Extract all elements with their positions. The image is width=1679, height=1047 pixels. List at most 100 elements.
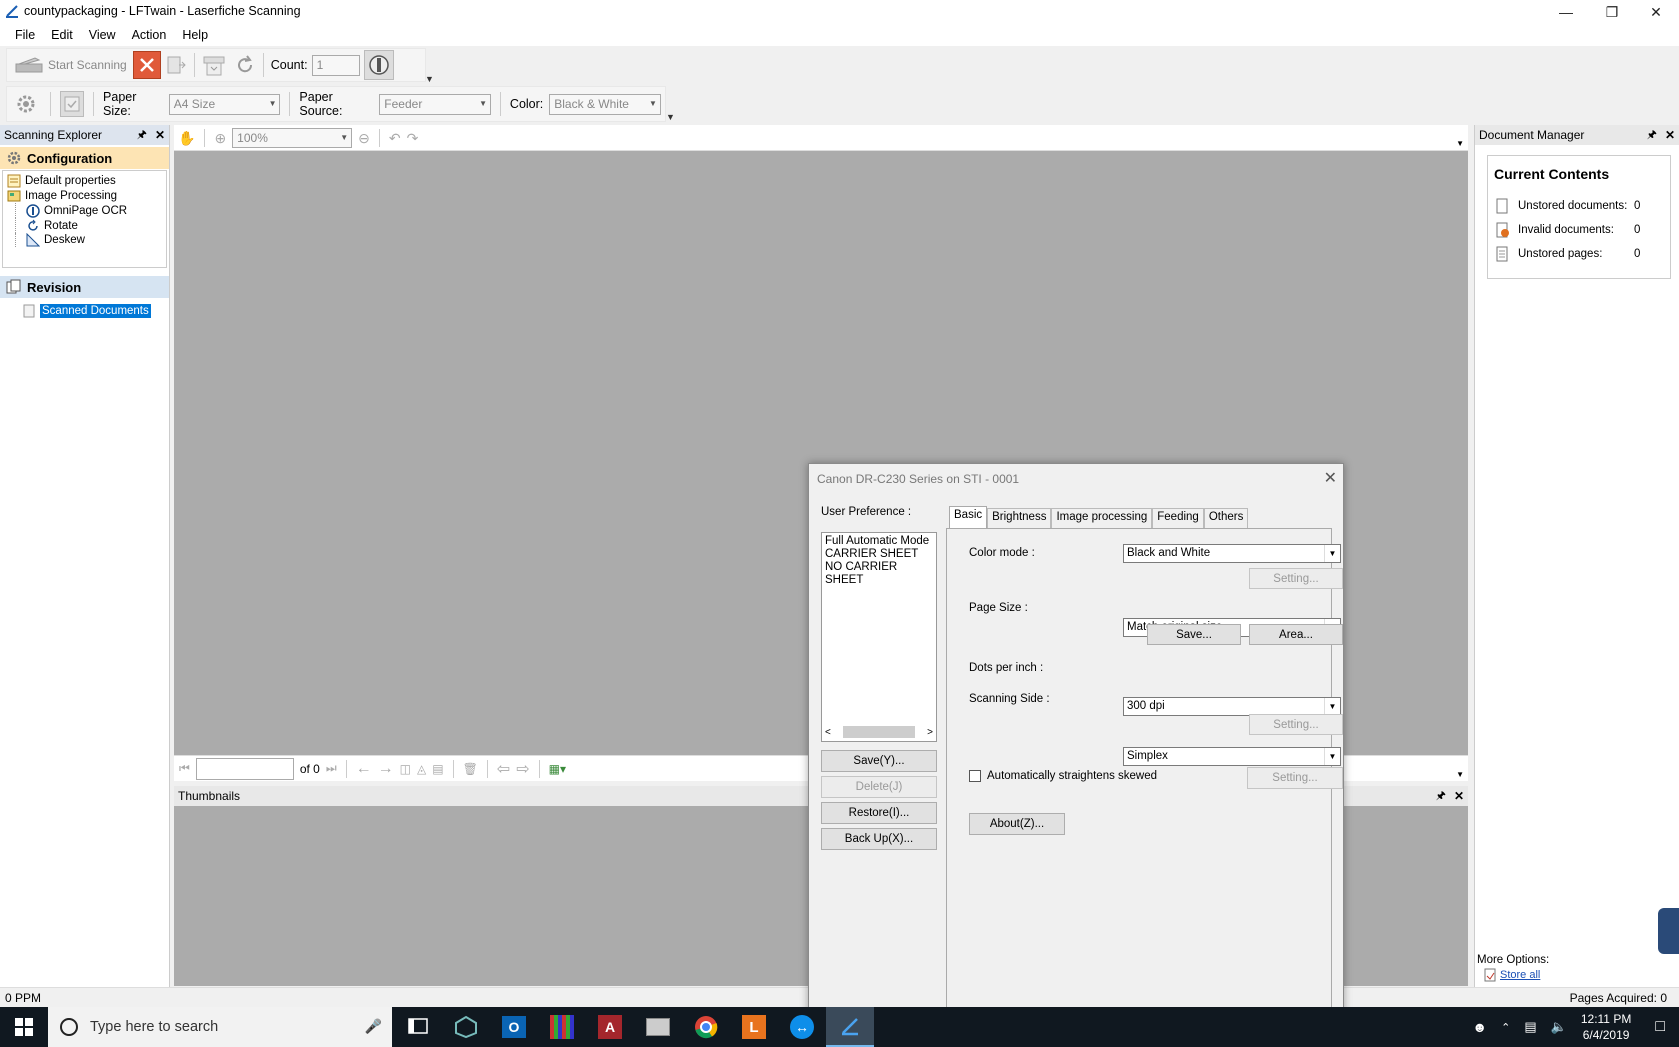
tree-item-omnipage-ocr[interactable]: OmniPage OCR xyxy=(15,203,166,218)
restore-preference-button[interactable]: Restore(I)... xyxy=(821,802,937,824)
page-size-area-button[interactable]: Area... xyxy=(1249,624,1343,645)
remote-support-tab[interactable] xyxy=(1658,908,1679,954)
save-preference-button[interactable]: Save(Y)... xyxy=(821,750,937,772)
horizontal-scrollbar[interactable]: < > xyxy=(825,725,933,739)
color-mode-setting-button[interactable]: Setting... xyxy=(1249,568,1343,589)
volume-icon[interactable]: 🔈 xyxy=(1551,1019,1567,1035)
confirm-button[interactable] xyxy=(59,91,85,117)
store-all-link[interactable]: Store all xyxy=(1483,968,1540,982)
rescan-button[interactable] xyxy=(230,52,260,78)
tab-basic[interactable]: Basic xyxy=(949,506,988,528)
tree-item-default-properties[interactable]: Default properties xyxy=(3,173,166,188)
list-item[interactable]: NO CARRIER SHEET xyxy=(825,561,933,587)
tree-item-rotate[interactable]: Rotate xyxy=(15,218,166,233)
configuration-section[interactable]: Configuration xyxy=(0,147,169,169)
chrome-icon[interactable] xyxy=(682,1007,730,1047)
scanning-side-select[interactable]: Simplex ▼ xyxy=(1123,747,1341,766)
pin-icon[interactable]: 🖈 xyxy=(1647,126,1657,145)
stop-scan-button[interactable] xyxy=(132,51,161,79)
toolbar-overflow-icon[interactable]: ▼ xyxy=(666,112,675,122)
first-page-icon[interactable]: ⏮ xyxy=(179,761,190,776)
taskbar-search-box[interactable]: Type here to search 🎤 xyxy=(48,1007,392,1047)
start-button[interactable] xyxy=(0,1007,48,1047)
tab-feeding[interactable]: Feeding xyxy=(1152,508,1204,528)
zoom-select[interactable]: 100% ▼ xyxy=(232,128,353,148)
minimize-button[interactable]: — xyxy=(1543,0,1589,24)
about-button[interactable]: About(Z)... xyxy=(969,813,1065,835)
toolbar-overflow-icon[interactable]: ▼ xyxy=(1456,139,1464,148)
page-size-save-button[interactable]: Save... xyxy=(1147,624,1241,645)
revision-section[interactable]: Revision xyxy=(0,276,169,298)
page-number-input[interactable] xyxy=(195,757,294,780)
laserfiche-app-icon[interactable]: L xyxy=(730,1007,778,1047)
auto-straighten-setting-button[interactable]: Setting... xyxy=(1247,767,1343,789)
back-icon[interactable]: ⇦ xyxy=(497,759,510,779)
scanning-side-setting-button[interactable]: Setting... xyxy=(1249,714,1343,735)
delete-preference-button[interactable]: Delete(J) xyxy=(821,776,937,798)
count-input[interactable]: 1 xyxy=(311,54,360,76)
library-app-icon[interactable] xyxy=(538,1007,586,1047)
tab-others[interactable]: Others xyxy=(1203,508,1249,528)
color-select[interactable]: Black & White ▼ xyxy=(549,93,661,115)
network-icon[interactable]: ▤ xyxy=(1524,1019,1536,1035)
next-document-button[interactable] xyxy=(161,52,191,78)
zoom-out-icon[interactable]: ⊖ xyxy=(358,130,370,147)
menu-view[interactable]: View xyxy=(81,24,124,46)
tab-image-processing[interactable]: Image processing xyxy=(1051,508,1153,528)
clock[interactable]: 12:11 PM 6/4/2019 xyxy=(1581,1011,1631,1043)
last-page-icon[interactable]: ⏭ xyxy=(326,761,337,776)
dialog-close-button[interactable]: ✕ xyxy=(1324,468,1337,488)
scroll-right-icon[interactable]: > xyxy=(927,727,933,738)
menu-action[interactable]: Action xyxy=(124,24,175,46)
restore-button[interactable]: ❐ xyxy=(1589,0,1635,24)
delete-page-icon[interactable]: 🗑 xyxy=(463,762,478,776)
scan-count-button[interactable] xyxy=(363,50,394,80)
image-options-icon[interactable]: ▦▾ xyxy=(549,762,566,776)
auto-straighten-checkbox[interactable] xyxy=(969,770,981,782)
hand-tool-icon[interactable]: ✋ xyxy=(178,130,195,147)
paper-source-select[interactable]: Feeder ▼ xyxy=(379,93,491,115)
tree-item-image-processing[interactable]: Image Processing xyxy=(3,188,166,203)
image-icon[interactable]: ▤ xyxy=(432,762,443,776)
backup-preference-button[interactable]: Back Up(X)... xyxy=(821,828,937,850)
menu-help[interactable]: Help xyxy=(174,24,216,46)
insert-page-button[interactable] xyxy=(198,52,230,78)
notifications-icon[interactable]: □ xyxy=(1655,1018,1665,1036)
virtualbox-icon[interactable] xyxy=(442,1007,490,1047)
forward-icon[interactable]: ⇨ xyxy=(516,759,529,779)
start-scanning-button[interactable]: Start Scanning xyxy=(11,52,131,78)
menu-edit[interactable]: Edit xyxy=(43,24,81,46)
menu-file[interactable]: File xyxy=(7,24,43,46)
paper-size-select[interactable]: A4 Size ▼ xyxy=(168,93,281,115)
copy-page-icon[interactable]: ◫ xyxy=(400,762,411,776)
people-icon[interactable]: ☻ xyxy=(1472,1019,1487,1035)
task-view-icon[interactable] xyxy=(394,1007,442,1047)
tab-brightness[interactable]: Brightness xyxy=(987,508,1052,528)
close-window-button[interactable]: ✕ xyxy=(1633,0,1679,24)
scroll-left-icon[interactable]: < xyxy=(825,727,831,738)
list-item[interactable]: Full Automatic Mode xyxy=(825,535,933,548)
lftwain-taskbar-icon[interactable] xyxy=(826,1007,874,1047)
undo-icon[interactable]: ↶ xyxy=(389,130,401,147)
close-panel-icon[interactable]: ✕ xyxy=(1665,128,1675,142)
pin-icon[interactable]: 🖈 xyxy=(137,126,147,145)
microphone-icon[interactable]: 🎤 xyxy=(365,1018,382,1035)
close-panel-icon[interactable]: ✕ xyxy=(1454,789,1464,803)
arrow-left-icon[interactable]: ← xyxy=(356,760,372,778)
tree-item-deskew[interactable]: Deskew xyxy=(15,233,166,247)
arrow-right-icon[interactable]: → xyxy=(378,760,394,778)
outlook-icon[interactable]: O xyxy=(490,1007,538,1047)
zoom-in-icon[interactable]: ⊕ xyxy=(214,130,226,147)
close-panel-icon[interactable]: ✕ xyxy=(155,128,165,142)
pin-icon[interactable]: 🖈 xyxy=(1436,787,1446,806)
access-icon[interactable]: A xyxy=(586,1007,634,1047)
toolbar-overflow-icon[interactable]: ▼ xyxy=(1456,770,1464,779)
toolbar-overflow-icon[interactable]: ▼ xyxy=(425,74,434,84)
list-item[interactable]: CARRIER SHEET xyxy=(825,548,933,561)
tree-item-scanned-documents[interactable]: Scanned Documents xyxy=(0,302,169,320)
teamviewer-icon[interactable]: ↔ xyxy=(778,1007,826,1047)
scrollbar-thumb[interactable] xyxy=(843,726,915,738)
settings-button[interactable] xyxy=(11,93,41,115)
chevron-up-icon[interactable]: ⌃ xyxy=(1501,1021,1510,1034)
color-mode-select[interactable]: Black and White ▼ xyxy=(1123,544,1341,563)
